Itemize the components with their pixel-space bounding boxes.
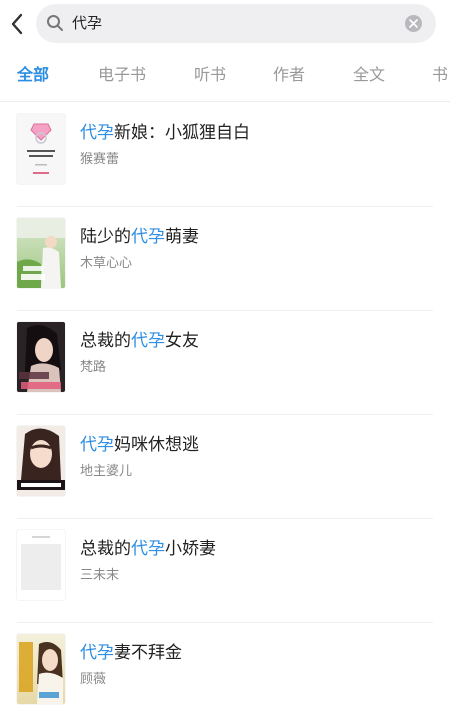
list-item[interactable]: 代孕新娘：小狐狸自白 猴赛蕾 bbox=[17, 103, 433, 207]
search-input[interactable]: 代孕 bbox=[36, 4, 436, 43]
list-item[interactable]: 代孕妻不拜金 顾薇 bbox=[17, 623, 433, 714]
book-author: 三未末 bbox=[80, 568, 120, 583]
book-author: 猴赛蕾 bbox=[80, 152, 120, 167]
book-author: 地主婆儿 bbox=[80, 464, 133, 479]
tab-ebook[interactable]: 电子书 bbox=[98, 64, 146, 86]
book-cover bbox=[17, 634, 65, 704]
highlight-term: 代孕 bbox=[80, 643, 114, 663]
tab-all[interactable]: 全部 bbox=[17, 64, 49, 86]
book-cover bbox=[17, 114, 65, 184]
book-title: 代孕妻不拜金 bbox=[80, 643, 182, 663]
book-title: 代孕新娘：小狐狸自白 bbox=[80, 123, 250, 143]
search-icon bbox=[47, 15, 63, 31]
list-item[interactable]: 总裁的代孕小娇妻 三未末 bbox=[17, 519, 433, 623]
list-item[interactable]: 陆少的代孕萌妻 木草心心 bbox=[17, 207, 433, 311]
tab-fulltext[interactable]: 全文 bbox=[353, 64, 385, 86]
book-cover bbox=[17, 530, 65, 600]
book-author: 梵路 bbox=[80, 360, 107, 375]
book-author: 顾薇 bbox=[80, 672, 107, 687]
book-title: 总裁的代孕小娇妻 bbox=[80, 539, 216, 559]
book-cover bbox=[17, 426, 65, 496]
list-item[interactable]: 总裁的代孕女友 梵路 bbox=[17, 311, 433, 415]
result-list: 代孕新娘：小狐狸自白 猴赛蕾 陆少的代孕萌妻 木草心心 总裁的代孕女友 梵路 代… bbox=[0, 103, 450, 714]
category-tabs: 全部 电子书 听书 作者 全文 书 bbox=[0, 50, 450, 102]
highlight-term: 代孕 bbox=[80, 435, 114, 455]
close-icon bbox=[409, 19, 418, 28]
book-title: 代孕妈咪休想逃 bbox=[80, 435, 199, 455]
tab-audiobook[interactable]: 听书 bbox=[194, 64, 226, 86]
back-button[interactable] bbox=[6, 9, 28, 39]
tab-book[interactable]: 书 bbox=[432, 64, 448, 86]
search-query: 代孕 bbox=[72, 14, 103, 32]
list-item[interactable]: 代孕妈咪休想逃 地主婆儿 bbox=[17, 415, 433, 519]
book-author: 木草心心 bbox=[80, 256, 133, 271]
book-cover bbox=[17, 322, 65, 392]
highlight-term: 代孕 bbox=[131, 227, 165, 247]
chevron-left-icon bbox=[11, 13, 23, 35]
book-title: 陆少的代孕萌妻 bbox=[80, 227, 199, 247]
highlight-term: 代孕 bbox=[131, 539, 165, 559]
book-cover bbox=[17, 218, 65, 288]
tab-author[interactable]: 作者 bbox=[273, 64, 305, 86]
clear-icon[interactable] bbox=[405, 15, 422, 32]
search-header: 代孕 bbox=[0, 0, 450, 50]
highlight-term: 代孕 bbox=[131, 331, 165, 351]
book-title: 总裁的代孕女友 bbox=[80, 331, 199, 351]
highlight-term: 代孕 bbox=[80, 123, 114, 143]
